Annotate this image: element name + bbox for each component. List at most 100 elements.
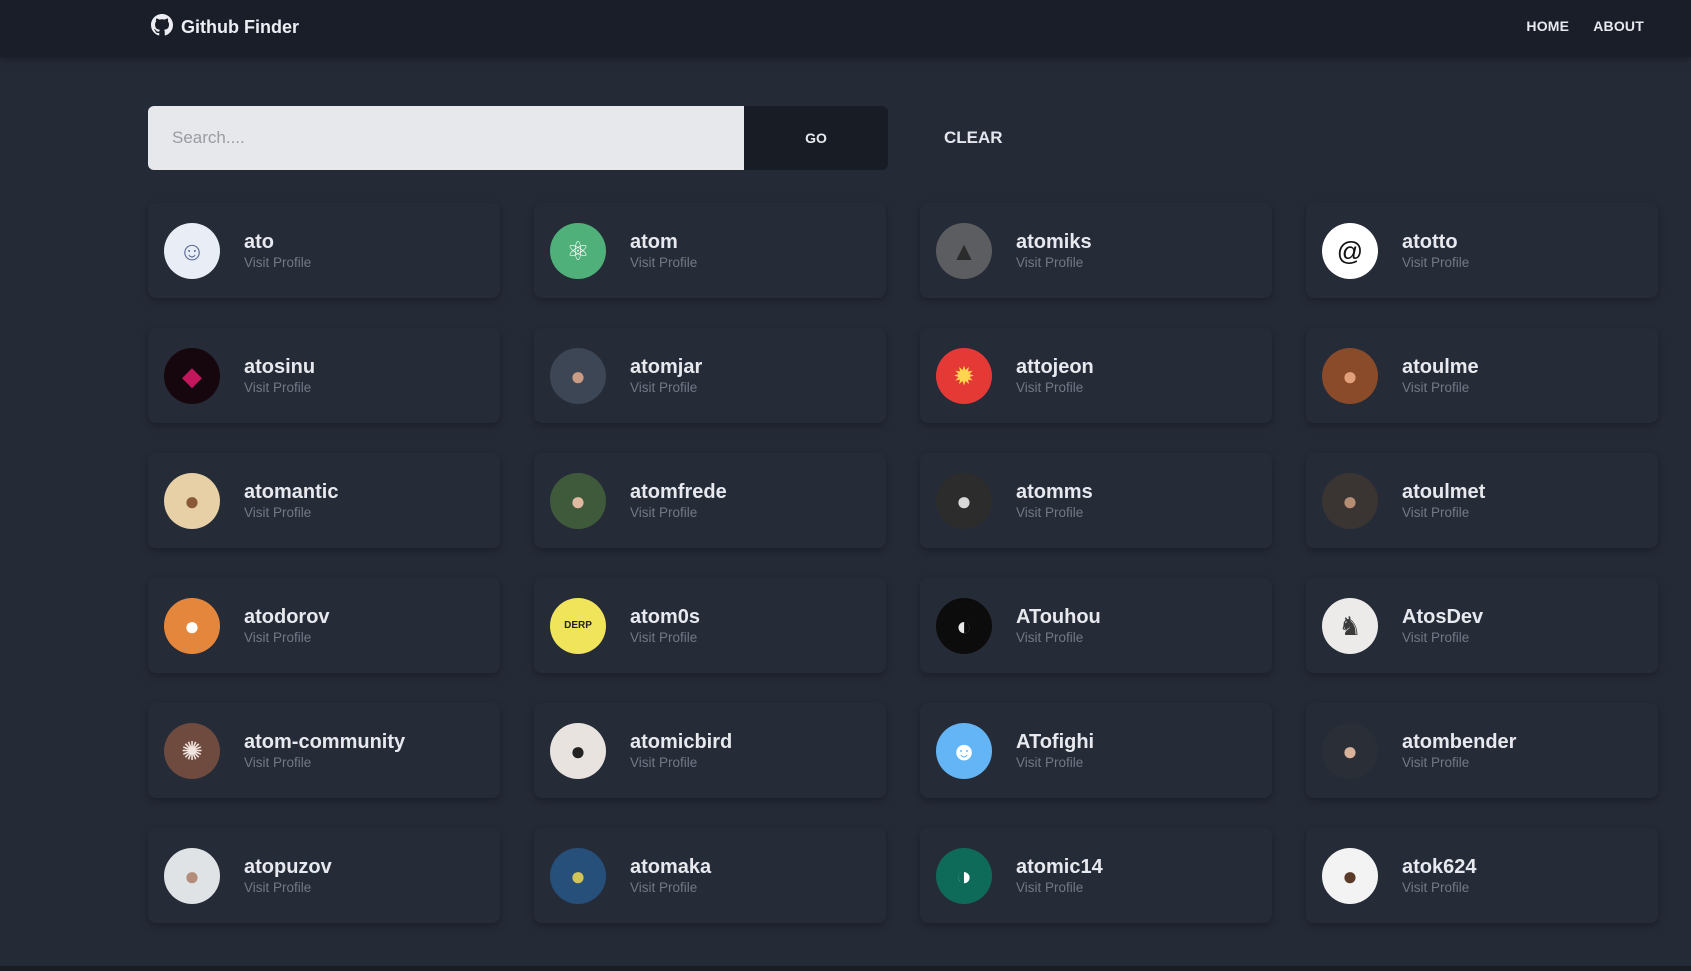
user-card-text: atodorov Visit Profile [244,605,330,647]
page-bottom-edge [0,966,1691,971]
user-card[interactable]: ✹ attojeon Visit Profile [920,328,1272,423]
user-avatar: ● [164,597,220,654]
visit-profile-link[interactable]: Visit Profile [630,629,700,647]
user-avatar: ● [550,347,606,404]
user-card[interactable]: ☻ ATofighi Visit Profile [920,703,1272,798]
user-card[interactable]: ● atomantic Visit Profile [148,453,500,548]
avatar-image-icon: ◐ [956,610,972,641]
nav-home-link[interactable]: HOME [1526,18,1569,34]
nav-links: HOME ABOUT [1526,18,1644,34]
go-button[interactable]: GO [744,106,888,170]
avatar-image-icon: ♞ [1338,610,1362,641]
visit-profile-link[interactable]: Visit Profile [630,254,697,272]
user-card[interactable]: ♞ AtosDev Visit Profile [1306,578,1658,673]
user-avatar: ⚛ [550,222,606,279]
user-card-text: ATouhou Visit Profile [1016,605,1101,647]
user-results-grid: ☺ ato Visit Profile ⚛ atom Visit Profile ▲ atom… [148,203,1658,923]
visit-profile-link[interactable]: Visit Profile [1402,629,1483,647]
user-card[interactable]: DERP atom0s Visit Profile [534,578,886,673]
brand-title: Github Finder [181,16,299,37]
avatar-image-icon: ⚛ [566,235,590,266]
visit-profile-link[interactable]: Visit Profile [1402,254,1469,272]
user-card[interactable]: ◆ atosinu Visit Profile [148,328,500,423]
navbar: Github Finder HOME ABOUT [0,0,1691,57]
user-avatar: ◆ [164,347,220,404]
user-login: atombender [1402,730,1517,753]
user-card-text: atotto Visit Profile [1402,230,1469,272]
visit-profile-link[interactable]: Visit Profile [1016,504,1093,522]
user-login: atom [630,230,678,253]
visit-profile-link[interactable]: Visit Profile [1402,504,1485,522]
user-card[interactable]: ● atombender Visit Profile [1306,703,1658,798]
user-card[interactable]: ● atopuzov Visit Profile [148,828,500,923]
user-card[interactable]: ● atomicbird Visit Profile [534,703,886,798]
user-card-text: ato Visit Profile [244,230,311,272]
user-avatar: ◐ [936,597,992,654]
user-card[interactable]: ⚛ atom Visit Profile [534,203,886,298]
visit-profile-link[interactable]: Visit Profile [1016,379,1094,397]
user-avatar: ● [164,847,220,904]
user-login: atoulme [1402,355,1479,378]
visit-profile-link[interactable]: Visit Profile [244,254,311,272]
avatar-image-icon: ● [570,735,586,766]
user-card[interactable]: @ atotto Visit Profile [1306,203,1658,298]
search-input[interactable] [148,106,744,170]
user-login: atopuzov [244,855,332,878]
user-avatar: ● [1322,347,1378,404]
user-card-text: attojeon Visit Profile [1016,355,1094,397]
avatar-image-icon: ● [956,485,972,516]
user-login: atomic14 [1016,855,1103,878]
user-card[interactable]: ● atomms Visit Profile [920,453,1272,548]
user-login: atoulmet [1402,480,1486,503]
user-card[interactable]: ● atoulme Visit Profile [1306,328,1658,423]
user-card-text: atomic14 Visit Profile [1016,855,1103,897]
user-card[interactable]: ✺ atom-community Visit Profile [148,703,500,798]
visit-profile-link[interactable]: Visit Profile [244,504,338,522]
user-card[interactable]: ● atomaka Visit Profile [534,828,886,923]
visit-profile-link[interactable]: Visit Profile [244,379,315,397]
user-card[interactable]: ◑ atomic14 Visit Profile [920,828,1272,923]
user-card[interactable]: ● atodorov Visit Profile [148,578,500,673]
visit-profile-link[interactable]: Visit Profile [244,879,332,897]
user-card[interactable]: ● atok624 Visit Profile [1306,828,1658,923]
brand-link[interactable]: Github Finder [151,13,299,39]
user-card-text: atoulme Visit Profile [1402,355,1479,397]
visit-profile-link[interactable]: Visit Profile [244,754,405,772]
user-card-text: atoulmet Visit Profile [1402,480,1485,522]
visit-profile-link[interactable]: Visit Profile [630,879,711,897]
user-avatar: ● [936,472,992,529]
user-avatar: ◑ [936,847,992,904]
visit-profile-link[interactable]: Visit Profile [244,629,330,647]
visit-profile-link[interactable]: Visit Profile [1016,754,1094,772]
visit-profile-link[interactable]: Visit Profile [1016,254,1092,272]
user-card[interactable]: ● atomfrede Visit Profile [534,453,886,548]
avatar-image-icon: ◑ [956,860,972,891]
visit-profile-link[interactable]: Visit Profile [1016,879,1103,897]
visit-profile-link[interactable]: Visit Profile [630,504,727,522]
visit-profile-link[interactable]: Visit Profile [1402,379,1479,397]
clear-button[interactable]: CLEAR [944,128,1003,148]
visit-profile-link[interactable]: Visit Profile [1402,879,1477,897]
user-card[interactable]: ☺ ato Visit Profile [148,203,500,298]
user-card-text: atomiks Visit Profile [1016,230,1092,272]
user-card[interactable]: ▲ atomiks Visit Profile [920,203,1272,298]
user-card[interactable]: ● atomjar Visit Profile [534,328,886,423]
nav-about-link[interactable]: ABOUT [1593,18,1644,34]
visit-profile-link[interactable]: Visit Profile [630,379,702,397]
user-avatar: ♞ [1322,597,1378,654]
user-avatar: ☻ [936,722,992,779]
user-login: atomiks [1016,230,1092,253]
user-avatar: ● [1322,472,1378,529]
avatar-image-icon: ☻ [950,735,978,766]
user-card[interactable]: ◐ ATouhou Visit Profile [920,578,1272,673]
user-avatar: ☺ [164,222,220,279]
user-card[interactable]: ● atoulmet Visit Profile [1306,453,1658,548]
user-login: atomms [1016,480,1093,503]
visit-profile-link[interactable]: Visit Profile [1402,754,1516,772]
user-card-text: AtosDev Visit Profile [1402,605,1483,647]
user-avatar: ● [164,472,220,529]
user-avatar: ● [1322,722,1378,779]
visit-profile-link[interactable]: Visit Profile [1016,629,1101,647]
visit-profile-link[interactable]: Visit Profile [630,754,732,772]
user-avatar: ● [1322,847,1378,904]
